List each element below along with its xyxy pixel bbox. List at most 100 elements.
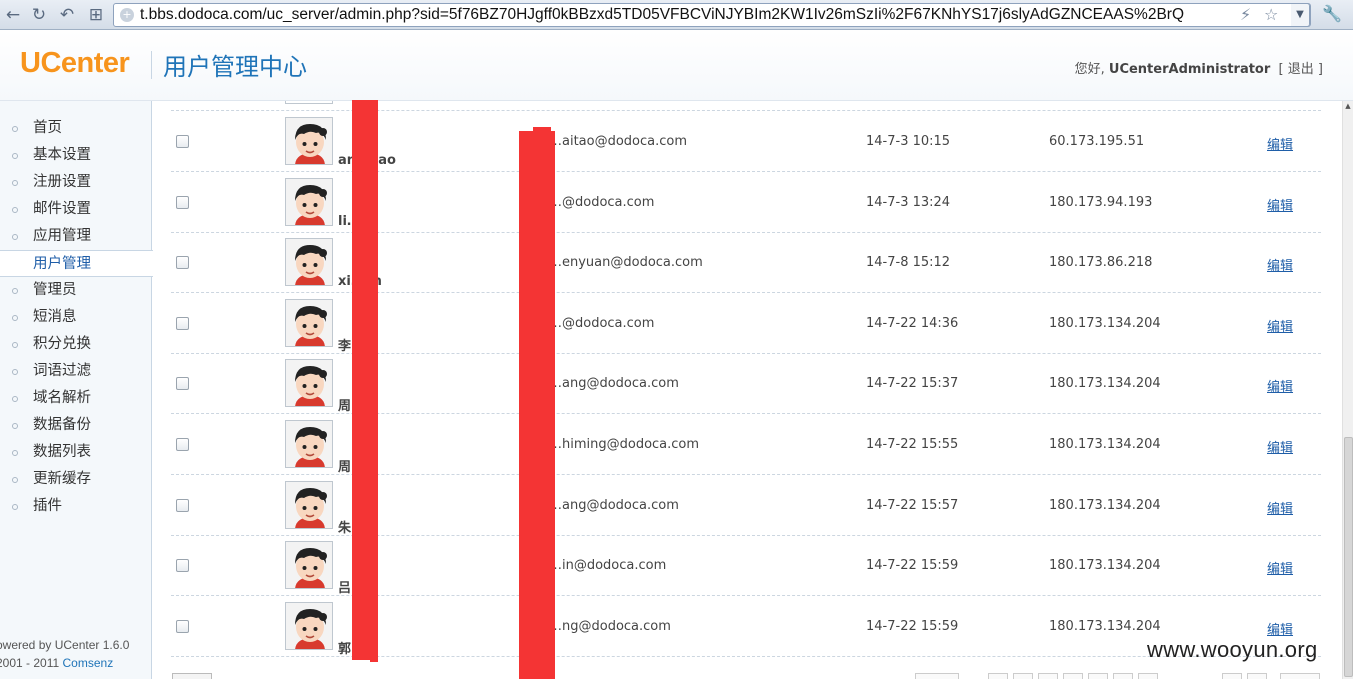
- scroll-up-icon[interactable]: ▲: [1343, 102, 1353, 110]
- email-cell: …ang@dodoca.com: [549, 497, 679, 513]
- default-avatar-icon: [286, 421, 332, 467]
- page-link[interactable]: [1038, 673, 1058, 679]
- sidebar-item-label: 注册设置: [33, 174, 91, 190]
- table-row: [171, 101, 1321, 111]
- avatar: [285, 298, 333, 347]
- sidebar-item-user-management[interactable]: 用户管理: [0, 250, 153, 277]
- bullet-icon: [12, 477, 18, 483]
- email-cell: …aitao@dodoca.com: [549, 134, 688, 149]
- email-cell: …in@dodoca.com: [549, 558, 667, 574]
- address-dropdown-button[interactable]: ▼: [1291, 3, 1310, 27]
- sidebar-item-messages[interactable]: 短消息: [0, 304, 152, 331]
- tiles-icon[interactable]: ⊞: [85, 4, 107, 26]
- edit-link[interactable]: 编辑: [1267, 316, 1293, 335]
- page-link[interactable]: [1013, 673, 1033, 679]
- page-info-icon[interactable]: +: [120, 8, 134, 22]
- ip-cell: 180.173.134.204: [1049, 376, 1161, 392]
- ucenter-logo[interactable]: UCenter: [20, 47, 130, 80]
- page-link[interactable]: [1063, 673, 1083, 679]
- sidebar-item-home[interactable]: 首页: [0, 115, 152, 142]
- row-checkbox[interactable]: [176, 135, 189, 148]
- copyright: 2001 - 2011 Comsenz: [0, 656, 113, 670]
- avatar: [285, 238, 333, 287]
- sidebar-item-label: 词语过滤: [33, 363, 91, 379]
- url-text[interactable]: t.bbs.dodoca.com/uc_server/admin.php?sid…: [140, 6, 1184, 24]
- back-arrow-icon[interactable]: ←: [2, 4, 24, 26]
- edit-link[interactable]: 编辑: [1267, 437, 1293, 456]
- register-date-cell: 14-7-22 15:57: [866, 497, 959, 513]
- sidebar-item-administrators[interactable]: 管理员: [0, 277, 152, 304]
- sidebar-item-basic-settings[interactable]: 基本设置: [0, 142, 152, 169]
- sidebar-item-domain-resolution[interactable]: 域名解析: [0, 385, 152, 412]
- page-link[interactable]: [1222, 673, 1242, 679]
- page-link[interactable]: [1088, 673, 1108, 679]
- avatar: [285, 117, 333, 165]
- row-checkbox[interactable]: [176, 195, 189, 209]
- edit-link[interactable]: 编辑: [1267, 498, 1293, 517]
- ip-cell: 180.173.134.204: [1049, 497, 1161, 513]
- sidebar-item-label: 用户管理: [33, 256, 91, 272]
- edit-link[interactable]: 编辑: [1267, 558, 1293, 577]
- row-checkbox[interactable]: [176, 498, 189, 512]
- page-link[interactable]: [1113, 673, 1133, 679]
- ip-cell: 180.173.134.204: [1049, 558, 1161, 574]
- sidebar-item-app-management[interactable]: 应用管理: [0, 223, 152, 250]
- email-cell: …ang@dodoca.com: [549, 376, 679, 392]
- table-row: 李 …@dodoca.com 14-7-22 14:36 180.173.134.20…: [171, 293, 1321, 354]
- ip-cell: 60.173.195.51: [1049, 134, 1145, 149]
- admin-username: UCenterAdministrator: [1108, 62, 1271, 77]
- row-checkbox[interactable]: [176, 438, 189, 451]
- star-icon[interactable]: ☆: [1264, 5, 1278, 24]
- avatar: [285, 177, 333, 226]
- row-checkbox[interactable]: [176, 316, 189, 330]
- row-checkbox[interactable]: [176, 619, 189, 633]
- screenshot: ← ↻ ↶ ⊞ + t.bbs.dodoca.com/uc_server/adm…: [0, 0, 1353, 679]
- edit-link[interactable]: 编辑: [1267, 134, 1293, 153]
- sidebar-item-data-backup[interactable]: 数据备份: [0, 412, 152, 439]
- bullet-icon: [12, 207, 18, 213]
- ip-cell: 180.173.94.193: [1049, 194, 1153, 210]
- page-link[interactable]: [1247, 673, 1267, 679]
- wrench-icon[interactable]: 🔧: [1322, 4, 1342, 23]
- greeting-text: 您好,: [1074, 62, 1105, 77]
- sidebar-item-mail-settings[interactable]: 邮件设置: [0, 196, 152, 223]
- page-link[interactable]: [988, 673, 1008, 679]
- table-row: li… …@dodoca.com 14-7-3 13:24 180.173.94.19…: [171, 172, 1321, 233]
- edit-link[interactable]: 编辑: [1267, 619, 1293, 638]
- sidebar-item-data-list[interactable]: 数据列表: [0, 439, 152, 466]
- row-checkbox[interactable]: [176, 256, 189, 270]
- scrollbar[interactable]: ▲: [1342, 101, 1353, 679]
- sidebar-item-credit-exchange[interactable]: 积分兑换: [0, 331, 152, 358]
- logout-link[interactable]: 退出: [1288, 62, 1314, 77]
- username-cell: 李: [338, 338, 352, 354]
- lightning-icon[interactable]: ⚡: [1240, 5, 1251, 24]
- edit-link[interactable]: 编辑: [1267, 255, 1293, 274]
- sidebar-item-word-filter[interactable]: 词语过滤: [0, 358, 152, 385]
- page-link[interactable]: [1138, 673, 1158, 679]
- undo-icon[interactable]: ↶: [56, 4, 78, 26]
- edit-link[interactable]: 编辑: [1267, 376, 1293, 395]
- address-bar[interactable]: + t.bbs.dodoca.com/uc_server/admin.php?s…: [113, 3, 1311, 27]
- sidebar-item-plugins[interactable]: 插件: [0, 493, 152, 520]
- username-cell: 周: [338, 460, 352, 475]
- row-checkbox[interactable]: [176, 559, 189, 573]
- sidebar-item-update-cache[interactable]: 更新缓存: [0, 466, 152, 493]
- avatar: [285, 420, 333, 468]
- avatar: [285, 359, 333, 408]
- sidebar-item-label: 数据列表: [33, 444, 91, 460]
- page-link[interactable]: [1280, 673, 1320, 679]
- bullet-icon: [12, 315, 18, 321]
- edit-link[interactable]: 编辑: [1267, 195, 1293, 214]
- page-link[interactable]: [915, 673, 959, 679]
- sidebar-item-register-settings[interactable]: 注册设置: [0, 169, 152, 196]
- reload-icon[interactable]: ↻: [28, 4, 50, 26]
- submit-button[interactable]: [172, 673, 212, 679]
- row-checkbox[interactable]: [176, 377, 189, 391]
- scrollbar-thumb[interactable]: [1344, 437, 1353, 677]
- bullet-icon: [12, 126, 18, 132]
- comsenz-link[interactable]: Comsenz: [63, 656, 114, 670]
- bullet-icon: [12, 153, 18, 159]
- register-date-cell: 14-7-22 15:59: [866, 558, 959, 574]
- user-greeting: 您好, UCenterAdministrator [ 退出 ]: [1075, 58, 1323, 77]
- bullet-icon: [12, 504, 18, 510]
